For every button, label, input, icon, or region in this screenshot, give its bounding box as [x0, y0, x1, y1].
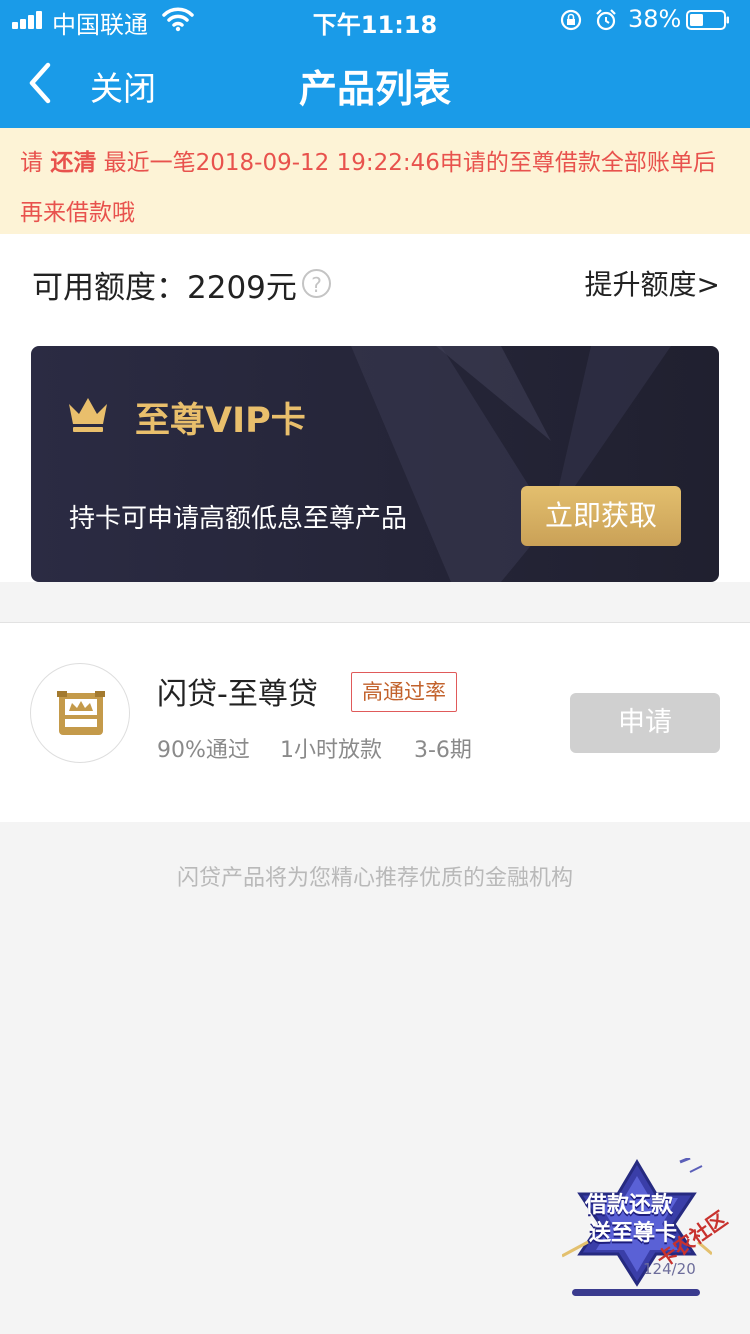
promo-progress-bar	[572, 1289, 700, 1296]
alarm-icon	[596, 9, 616, 31]
product-term: 3-6期	[414, 738, 472, 763]
repayment-notice: 请 还清 最近一笔2018-09-12 19:22:46申请的至尊借款全部账单后…	[0, 128, 750, 234]
vip-background-decoration-icon	[351, 346, 671, 582]
available-credit: 可用额度：2209元	[32, 262, 297, 307]
rotation-lock-icon	[560, 9, 582, 31]
notice-message: 最近一笔2018-09-12 19:22:46申请的至尊借款全部账单后再来借款哦	[20, 150, 716, 226]
notice-prefix: 请	[20, 150, 43, 176]
vip-card-title: 至尊VIP卡	[135, 401, 306, 441]
zhizun-logo-icon	[57, 691, 105, 735]
page-title: 产品列表	[298, 67, 451, 111]
product-loan-time: 1小时放款	[280, 738, 382, 763]
credit-label: 可用额度：	[32, 270, 187, 306]
status-bar: 中国联通 下午11:18 38%	[0, 0, 750, 40]
crown-icon	[69, 398, 107, 432]
app-header: 中国联通 下午11:18 38% 关闭 产品列表	[0, 0, 750, 128]
product-tag: 高通过率	[351, 672, 457, 712]
product-logo	[30, 663, 130, 763]
footer-note: 闪贷产品将为您精心推荐优质的金融机构	[176, 866, 573, 891]
apply-button[interactable]: 申请	[570, 693, 720, 753]
product-name: 闪贷-至尊贷	[157, 677, 318, 712]
help-icon[interactable]: ?	[302, 269, 331, 298]
battery-percent: 38%	[628, 5, 682, 33]
credit-amount: 2209元	[187, 270, 297, 306]
notice-action: 还清	[50, 150, 97, 176]
battery-icon	[686, 10, 729, 30]
product-item[interactable]: 闪贷-至尊贷 高通过率 90%通过 1小时放款 3-6期 申请	[0, 622, 750, 822]
get-vip-button[interactable]: 立即获取	[521, 486, 681, 546]
vip-card-description: 持卡可申请高额低息至尊产品	[69, 504, 408, 534]
vip-card-banner[interactable]: 至尊VIP卡 持卡可申请高额低息至尊产品 立即获取	[31, 346, 719, 582]
product-pass-rate: 90%通过	[157, 738, 250, 763]
raise-limit-link[interactable]: 提升额度>	[585, 263, 720, 303]
